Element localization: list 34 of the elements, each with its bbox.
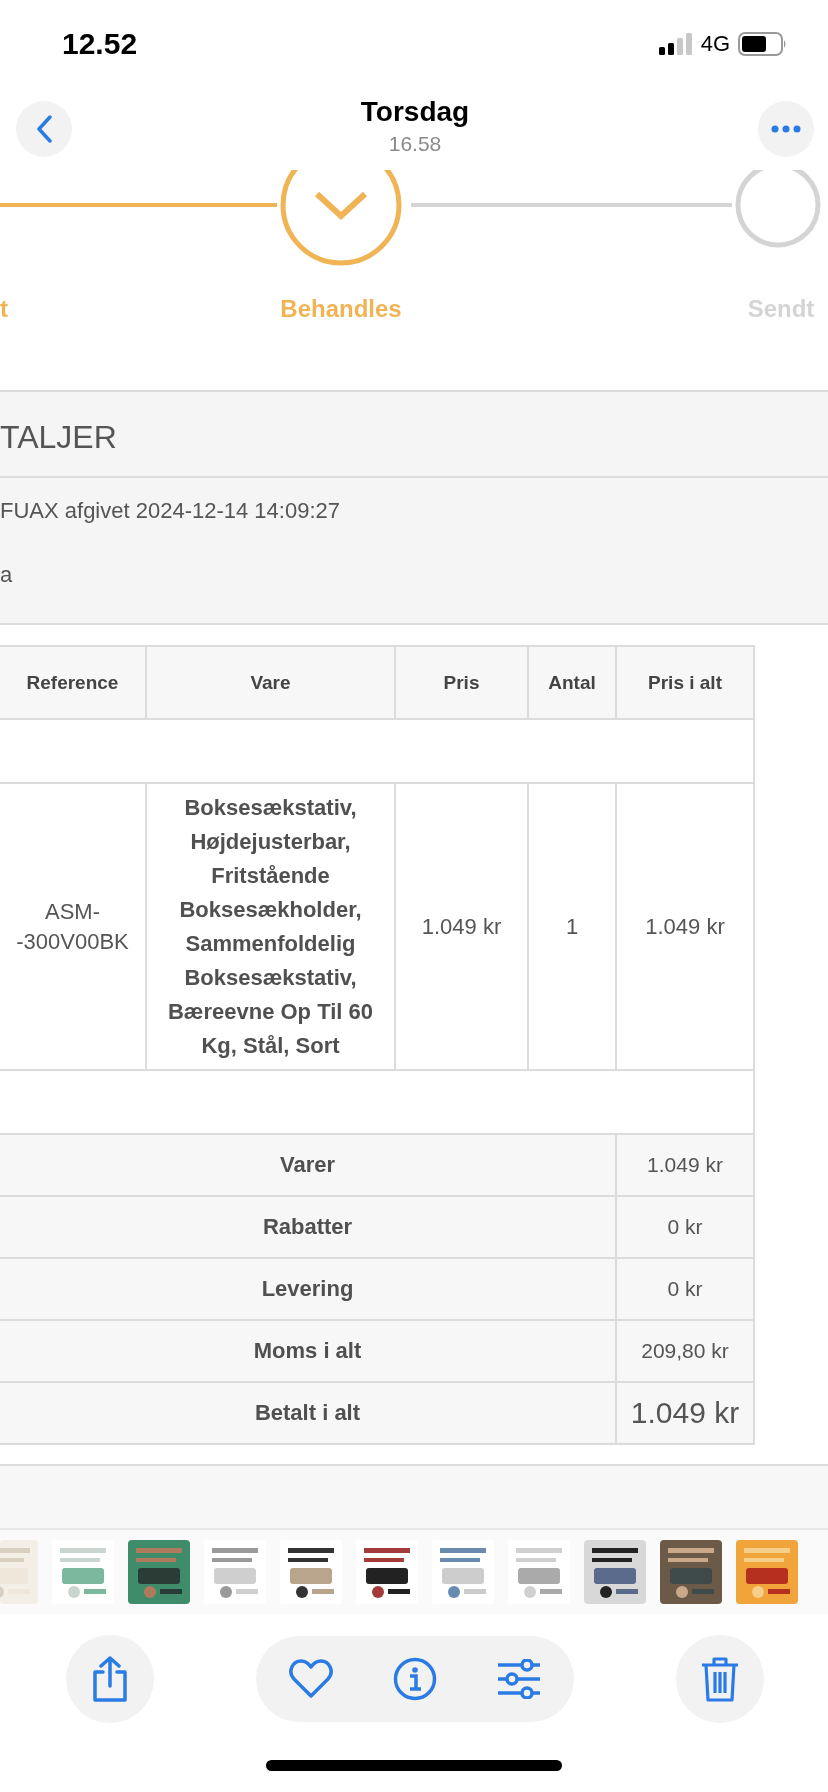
table-cell: Varer [0, 1134, 616, 1196]
photo-time: 16.58 [388, 132, 442, 156]
column-header: Pris i alt [616, 646, 754, 719]
table-cell: 0 kr [616, 1258, 754, 1320]
trash-icon [700, 1655, 740, 1703]
table-cell: Moms i alt [0, 1320, 616, 1382]
back-icon [36, 115, 52, 143]
step-label: t [0, 295, 8, 322]
table-cell: Levering [0, 1258, 616, 1320]
info-icon [393, 1657, 437, 1701]
photo-date-title: Torsdag [360, 96, 470, 128]
heart-icon [289, 1659, 333, 1699]
table-cell: 0 kr [616, 1196, 754, 1258]
column-header: Vare [146, 646, 395, 719]
table-cell: 1.049 kr [616, 1134, 754, 1196]
more-icon [771, 125, 801, 133]
table-cell: Rabatter [0, 1196, 616, 1258]
column-header: Reference [0, 646, 146, 719]
signal-icon [658, 33, 693, 55]
table-cell: Betalt i alt [0, 1382, 616, 1444]
order-info-text: FUAX afgivet 2024-12-14 14:09:27 [0, 498, 341, 524]
back-button[interactable] [16, 101, 72, 157]
battery-icon [738, 32, 788, 56]
column-header: Pris [395, 646, 528, 719]
status-time: 12.52 [62, 27, 138, 61]
adjust-icon [497, 1659, 541, 1699]
column-header: Antal [528, 646, 616, 719]
section-title: TALJER [0, 418, 117, 456]
table-cell: 209,80 kr [616, 1320, 754, 1382]
order-info-text: a [0, 562, 14, 588]
share-icon [92, 1656, 128, 1702]
step-label: Behandles [280, 295, 402, 322]
table-cell: 1.049 kr [616, 1382, 754, 1444]
network-label: 4G [700, 31, 730, 57]
